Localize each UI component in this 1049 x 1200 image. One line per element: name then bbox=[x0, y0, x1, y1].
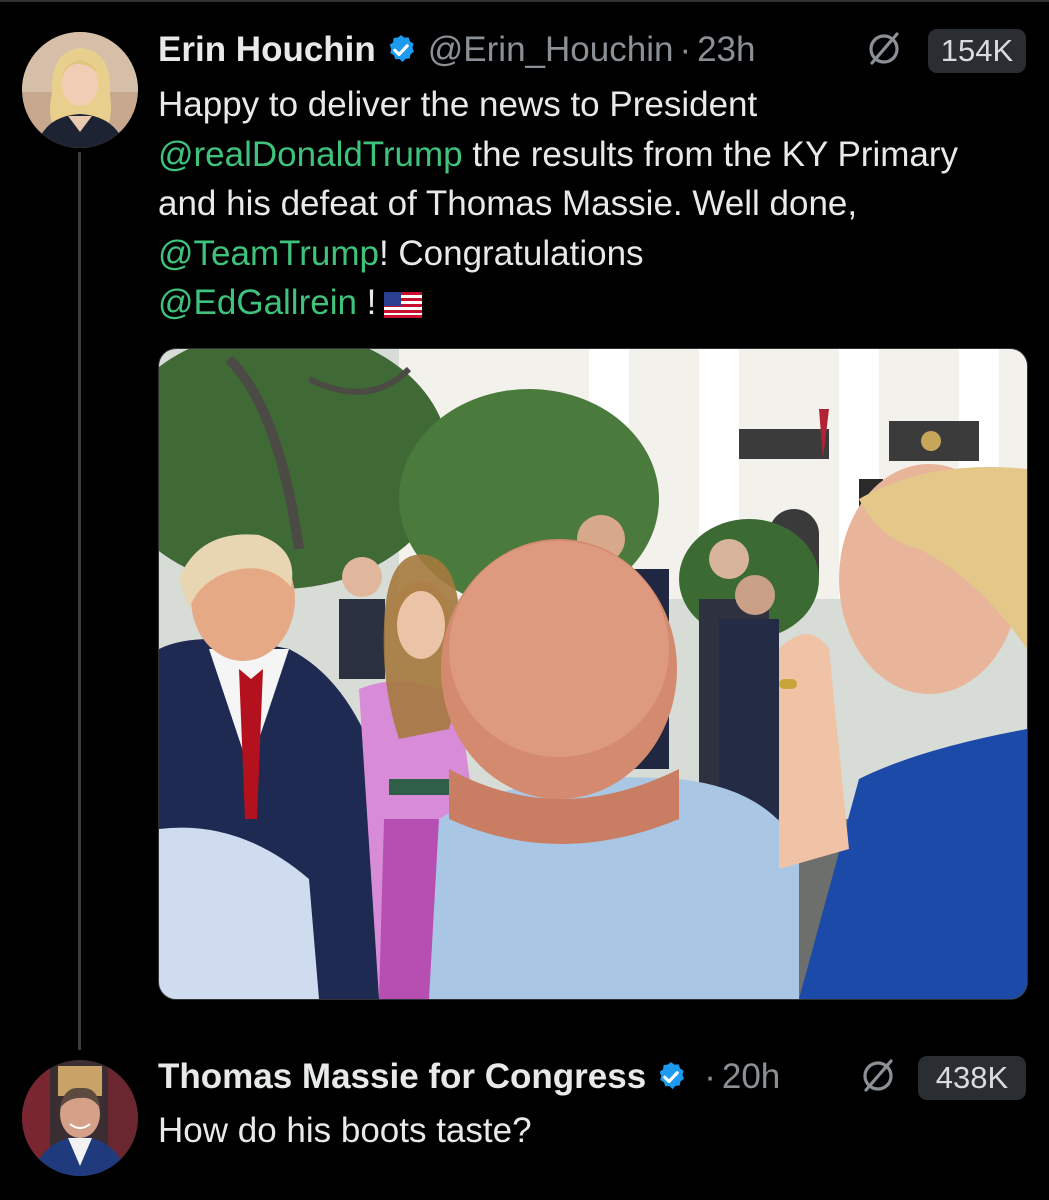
us-flag-icon bbox=[384, 292, 423, 318]
thread-connector-line bbox=[78, 152, 81, 1050]
author-name[interactable]: Erin Houchin bbox=[158, 30, 376, 70]
mention-link[interactable]: @TeamTrump bbox=[158, 234, 379, 273]
tweet-text: Happy to deliver the news to President @… bbox=[158, 80, 1018, 328]
tweet-header: Erin Houchin @Erin_Houchin · 23h bbox=[158, 30, 756, 70]
tweet-text-line: ! Congratulations bbox=[378, 233, 644, 273]
tweet-text-line: Happy to deliver the news to President bbox=[158, 85, 758, 124]
reply-text: How do his boots taste? bbox=[158, 1111, 532, 1150]
thomas-massie-avatar[interactable] bbox=[22, 1060, 138, 1176]
verified-badge-icon bbox=[659, 1062, 685, 1090]
author-name[interactable]: Thomas Massie for Congress bbox=[158, 1057, 646, 1097]
mention-link[interactable]: @EdGallrein bbox=[158, 283, 357, 322]
views-count[interactable]: 154K bbox=[928, 29, 1026, 73]
tweet-text-line: ! bbox=[356, 283, 377, 322]
reply-header: Thomas Massie for Congress · 20h bbox=[158, 1057, 780, 1097]
grok-icon[interactable] bbox=[858, 1056, 898, 1096]
author-handle[interactable]: @Erin_Houchin bbox=[428, 30, 674, 70]
views-count[interactable]: 438K bbox=[918, 1056, 1026, 1100]
separator-dot: · bbox=[704, 1057, 716, 1096]
erin-houchin-avatar[interactable] bbox=[22, 32, 138, 148]
top-divider bbox=[0, 0, 1049, 2]
separator-dot: · bbox=[679, 30, 692, 69]
mention-link[interactable]: @realDonaldTrump bbox=[158, 135, 463, 174]
timestamp[interactable]: 20h bbox=[722, 1057, 780, 1097]
grok-icon[interactable] bbox=[864, 29, 904, 69]
timestamp[interactable]: 23h bbox=[697, 30, 755, 70]
tweet-photo[interactable] bbox=[158, 348, 1028, 1000]
verified-badge-icon bbox=[389, 35, 414, 63]
